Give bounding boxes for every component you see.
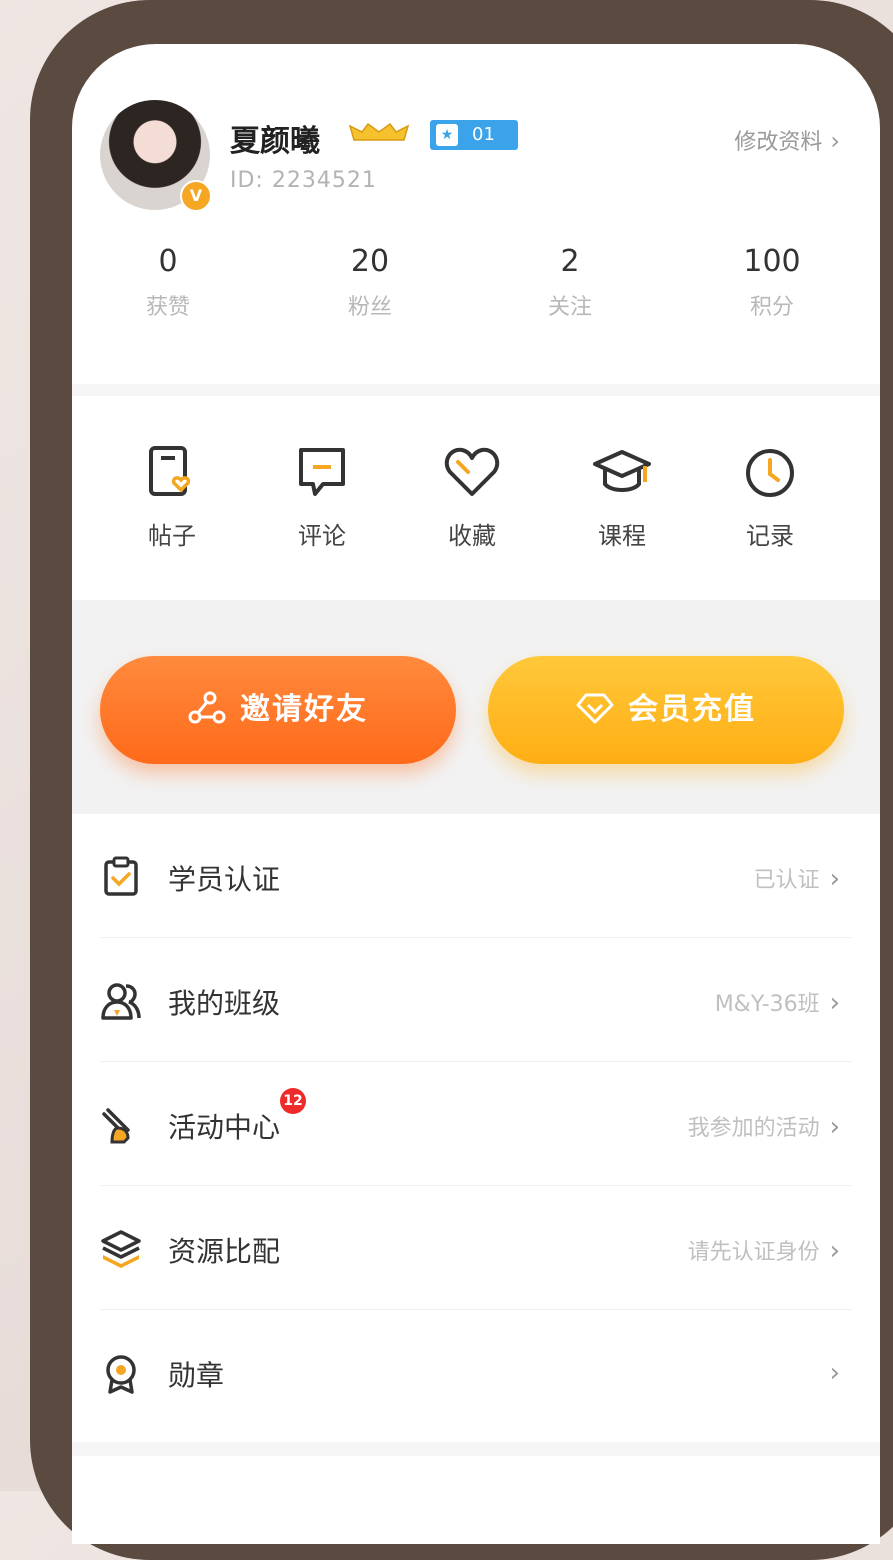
post-icon [149,446,191,496]
stat-likes[interactable]: 0 获赞 [108,244,228,321]
quick-action-courses[interactable]: 课程 [562,444,682,551]
edit-profile-label: 修改资料 [734,130,823,155]
stats-row: 0 获赞 20 粉丝 2 关注 100 积分 [72,244,880,354]
menu-label: 学员认证 [168,863,281,896]
quick-action-label: 帖子 [148,522,196,550]
menu-value: › [820,1358,840,1388]
quick-action-label: 记录 [746,522,794,550]
chevron-right-icon: › [829,1112,840,1142]
level-badge: ★ 01 [430,120,518,150]
quick-action-history[interactable]: 记录 [710,444,830,551]
menu-label: 我的班级 [168,987,281,1020]
vip-recharge-button[interactable]: 会员充值 [488,656,844,764]
notification-badge: 12 [280,1088,306,1114]
avatar[interactable]: V [100,100,212,212]
edit-profile-link[interactable]: 修改资料 › [734,124,840,156]
quick-action-label: 课程 [598,522,646,550]
chevron-right-icon: › [829,864,840,894]
share-icon [188,691,226,723]
quick-actions: 帖子 评论 收藏 课程 记录 [72,396,880,600]
profile-screen: V 夏颜曦 ★ 01 ID: 2234521 修改资料 › 0 获赞 20 粉丝 … [72,44,880,1544]
menu-value: 已认证 › [754,862,840,894]
vip-label: 会员充值 [628,692,756,727]
invite-friends-button[interactable]: 邀请好友 [100,656,456,764]
stat-fans[interactable]: 20 粉丝 [310,244,430,321]
stat-label: 获赞 [145,295,190,320]
username: 夏颜曦 [230,124,320,159]
stat-label: 关注 [547,295,592,320]
stat-label: 积分 [749,295,794,320]
chevron-right-icon: › [829,1236,840,1266]
layers-icon [101,1230,141,1268]
menu-label: 资源比配 [168,1235,281,1268]
stat-value: 2 [560,244,580,279]
invite-label: 邀请好友 [240,692,368,727]
quick-action-label: 收藏 [448,522,496,550]
stat-value: 20 [350,244,390,279]
chevron-right-icon: › [829,988,840,1018]
menu-item-activity-center[interactable]: 活动中心 12 我参加的活动 › [72,1062,880,1186]
menu-item-my-class[interactable]: 我的班级 M&Y-36班 › [72,938,880,1062]
menu-item-student-cert[interactable]: 学员认证 已认证 › [72,814,880,938]
section-divider [72,384,880,396]
menu-value: M&Y-36班 › [715,986,840,1018]
menu-label: 勋章 [168,1359,225,1392]
quick-action-favorites[interactable]: 收藏 [412,444,532,551]
menu-value-text: M&Y-36班 [714,992,820,1017]
activity-icon [102,1108,130,1144]
menu-value-text: 已认证 [753,868,820,893]
heart-icon [444,447,500,496]
medal-icon [106,1355,136,1394]
quick-action-comments[interactable]: 评论 [262,444,382,551]
comment-icon [299,448,345,496]
diamond-icon [576,693,614,723]
clipboard-check-icon [104,856,138,896]
menu-value: 我参加的活动 › [688,1110,840,1142]
action-buttons: 邀请好友 会员充值 [72,600,880,814]
chevron-right-icon: › [830,127,840,155]
menu-value: 请先认证身份 › [688,1234,840,1266]
menu-value-text: 请先认证身份 [687,1240,820,1265]
menu-value-text: 我参加的活动 [687,1116,820,1141]
stat-points[interactable]: 100 积分 [712,244,832,321]
menu-item-medals[interactable]: 勋章 › [72,1310,880,1440]
stat-value: 0 [158,244,178,279]
group-icon [101,983,141,1020]
star-icon: ★ [436,124,458,146]
quick-action-label: 评论 [298,522,346,550]
level-text: 01 [472,124,495,145]
user-id: ID: 2234521 [230,168,377,193]
menu-item-resource-match[interactable]: 资源比配 请先认证身份 › [72,1186,880,1310]
quick-action-posts[interactable]: 帖子 [112,444,232,551]
section-divider [72,1442,880,1456]
stat-value: 100 [743,244,801,279]
verified-badge: V [180,180,212,212]
stat-label: 粉丝 [347,295,392,320]
graduation-cap-icon [593,450,651,492]
crown-icon [348,122,410,141]
clock-icon [746,449,794,497]
chevron-right-icon: › [829,1358,840,1388]
stat-following[interactable]: 2 关注 [510,244,630,321]
menu-label: 活动中心 [168,1111,281,1144]
